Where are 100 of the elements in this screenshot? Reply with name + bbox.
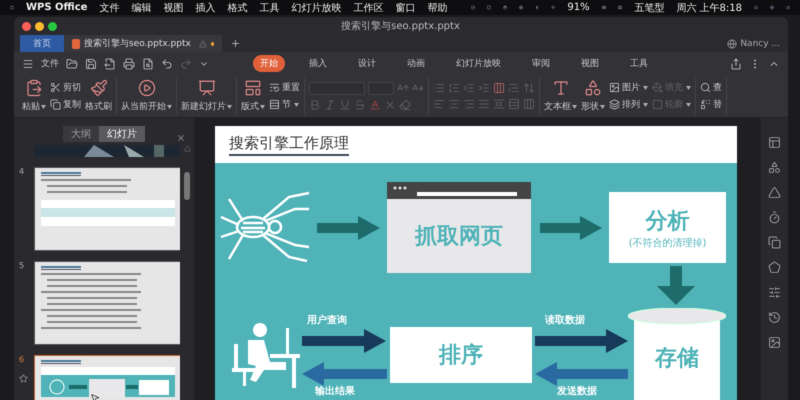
shapes-icon (584, 79, 602, 97)
panel-tab[interactable]: 大纲 (63, 126, 99, 142)
ribbon-tab[interactable]: 插入 (302, 55, 334, 72)
scroll-up-icon (184, 145, 190, 152)
file-menu[interactable]: 文件 (41, 57, 59, 70)
menu-item[interactable]: 幻灯片放映 (291, 0, 342, 14)
add-tab-icon (230, 38, 241, 49)
ribbon-button[interactable]: 替 (700, 98, 722, 111)
menu-item[interactable]: 编辑 (131, 0, 152, 14)
text-box-icon (552, 79, 570, 97)
flow-label: 读取数据 (545, 314, 585, 327)
save-icon (85, 58, 97, 70)
slide-thumbnail[interactable] (34, 167, 180, 251)
align-center-icon (448, 98, 460, 110)
ribbon-tab[interactable]: 工具 (623, 55, 655, 72)
image-icon (768, 336, 781, 349)
layers-icon (609, 99, 620, 110)
slide-title: 搜索引擎工作原理 (229, 134, 349, 156)
ribbon-tab[interactable]: 开始 (253, 55, 285, 72)
scrollbar-thumb[interactable] (184, 172, 190, 200)
arrow (540, 216, 602, 240)
battery-percent: 91% (567, 2, 590, 13)
menu-item[interactable]: 工具 (259, 0, 280, 14)
arrow (317, 216, 380, 240)
layout-icon (244, 79, 262, 97)
text-direction-icon (508, 82, 520, 94)
ribbon-tab[interactable]: 设计 (351, 55, 383, 72)
strikethrough-icon (354, 98, 366, 110)
columns-icon (493, 82, 505, 94)
numbered-list-icon (448, 82, 460, 94)
clock[interactable]: 周六 上午8:18 (676, 0, 742, 14)
brush-icon (90, 79, 108, 97)
input-method[interactable]: 五笔型 (634, 0, 664, 14)
ribbon-button[interactable]: 剪切 (50, 81, 81, 94)
copy-icon (50, 99, 61, 110)
align-left-icon (433, 98, 445, 110)
outdent-icon (463, 82, 475, 94)
undo-icon (161, 58, 173, 70)
print-icon (123, 58, 135, 70)
flow-label: 用户查询 (307, 313, 347, 327)
justify-icon (478, 98, 490, 110)
presentation-icon (72, 38, 80, 48)
slide-thumbnail[interactable] (34, 261, 180, 345)
menu-item[interactable]: 窗口 (395, 0, 416, 14)
ribbon-button[interactable]: 版式 (241, 79, 265, 113)
ribbon-button[interactable]: 粘贴 (22, 79, 46, 113)
user-name[interactable]: Nancy ... (740, 38, 780, 48)
ribbon-button[interactable]: 文本框 (544, 79, 577, 113)
ribbon-button[interactable]: 格式刷 (85, 79, 112, 113)
eraser-icon (399, 98, 411, 110)
ribbon-button[interactable]: 图片 (609, 81, 648, 94)
menu-icon (22, 58, 34, 70)
menu-item[interactable]: 插入 (195, 0, 216, 14)
ribbon-button[interactable]: 重置 (269, 81, 300, 94)
ribbon-tab[interactable]: 审阅 (525, 55, 557, 72)
minimize-button[interactable] (35, 22, 44, 30)
copy-icon (768, 236, 781, 249)
share-icon (730, 58, 742, 70)
ribbon-button[interactable]: 新建幻灯片 (181, 79, 232, 113)
step-label: 存储 (655, 345, 699, 373)
ribbon-tab[interactable]: 动画 (400, 55, 432, 72)
ribbon-button[interactable]: 节 (269, 98, 300, 111)
ribbon-button[interactable]: 从当前开始 (121, 79, 172, 113)
close-icon (176, 133, 186, 143)
ribbon-tab[interactable]: 视图 (574, 55, 606, 72)
clipboard-icon (25, 79, 43, 97)
outline-icon (652, 99, 663, 110)
italic-icon (324, 98, 336, 110)
title-line-drawing (41, 266, 81, 270)
ribbon-button[interactable]: 查 (700, 81, 722, 94)
step-note: (不符合的清理掉) (628, 236, 706, 250)
slide-thumbnail[interactable] (34, 355, 180, 400)
ribbon-button[interactable]: 形状 (581, 79, 605, 113)
bold-icon (309, 98, 321, 110)
menu-item[interactable]: 文件 (99, 0, 120, 14)
ribbon-button[interactable]: 排列 (609, 98, 648, 111)
timer-icon (768, 211, 781, 224)
ribbon-button[interactable]: 复制 (50, 98, 81, 111)
redo-icon (180, 58, 192, 70)
paint-bucket-icon (652, 82, 663, 93)
menu-item[interactable]: 格式 (227, 0, 248, 14)
flow-label: 发送数据 (557, 384, 597, 398)
triangle-icon (768, 186, 781, 199)
menu-item[interactable]: 视图 (163, 0, 184, 14)
sliders-icon (768, 286, 781, 299)
app-menu[interactable]: WPS Office (26, 2, 88, 13)
underline-icon (339, 98, 351, 110)
preview-icon (142, 58, 154, 70)
ribbon-tab[interactable]: 幻灯片放映 (449, 55, 508, 72)
menu-item[interactable]: 工作区 (353, 0, 384, 14)
image-icon (609, 82, 620, 93)
document-tab[interactable]: 搜索引擎与seo.pptx.pptx (64, 35, 222, 52)
close-button[interactable] (22, 22, 31, 30)
export-icon (104, 58, 116, 70)
document-tab[interactable]: 首页 (20, 35, 64, 52)
panel-tab[interactable]: 幻灯片 (99, 126, 145, 142)
step-label: 抓取网页 (415, 223, 503, 251)
zoom-button[interactable] (48, 22, 57, 30)
menu-item[interactable]: 帮助 (427, 0, 448, 14)
search-icon (700, 82, 711, 93)
